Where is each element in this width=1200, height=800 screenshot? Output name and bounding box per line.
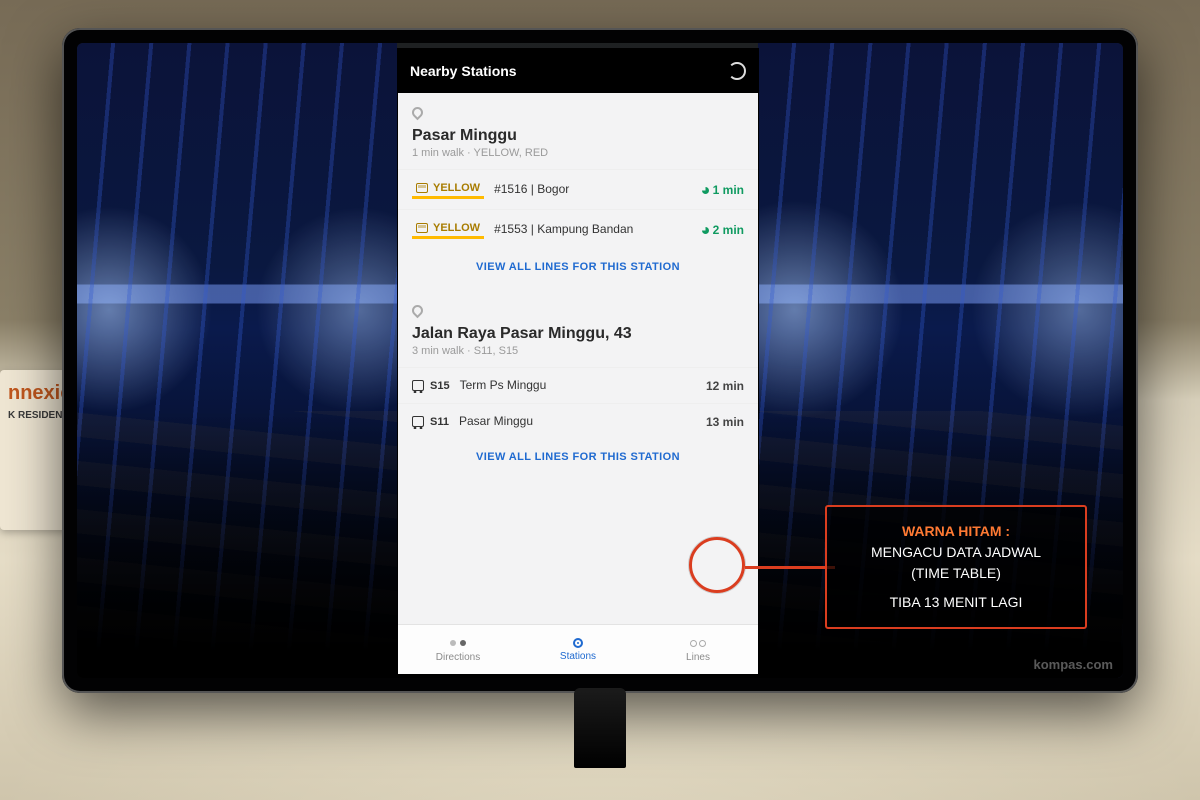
station-name: Pasar Minggu: [412, 127, 744, 145]
line-code: S11: [430, 416, 449, 428]
stations-icon: [573, 638, 583, 648]
annotation-connector: [745, 566, 835, 569]
annotation-box: WARNA HITAM : MENGACU DATA JADWAL (TIME …: [825, 505, 1087, 629]
nav-label: Lines: [686, 652, 710, 663]
tv-frame: Nearby Stations Pasar Minggu 1 min walk …: [62, 28, 1138, 693]
station-sub: 3 min walk · S11, S15: [412, 345, 744, 357]
line-code: YELLOW: [433, 182, 480, 194]
departure-eta-sched: 13 min: [706, 415, 744, 429]
departure-dest: #1516 | Bogor: [494, 182, 692, 197]
line-badge-yellow: YELLOW: [412, 220, 484, 239]
pin-icon: [410, 105, 426, 121]
nav-stations[interactable]: Stations: [518, 625, 638, 674]
nav-directions[interactable]: Directions: [398, 625, 518, 674]
station-name: Jalan Raya Pasar Minggu, 43: [412, 325, 744, 343]
nav-lines[interactable]: Lines: [638, 625, 758, 674]
station-sub: 1 min walk · YELLOW, RED: [412, 147, 744, 159]
train-icon: [416, 183, 428, 193]
departure-eta-sched: 12 min: [706, 379, 744, 393]
station-header[interactable]: Jalan Raya Pasar Minggu, 43 3 min walk ·…: [398, 291, 758, 367]
departure-row[interactable]: S15 Term Ps Minggu 12 min: [398, 367, 758, 403]
tv-screen: Nearby Stations Pasar Minggu 1 min walk …: [77, 43, 1123, 678]
watermark: kompas.com: [1034, 657, 1113, 672]
annotation-heading: WARNA HITAM :: [839, 521, 1073, 542]
nav-label: Stations: [560, 651, 596, 662]
departure-row[interactable]: YELLOW #1553 | Kampung Bandan 2 min: [398, 209, 758, 249]
line-badge-yellow: YELLOW: [412, 180, 484, 199]
lines-icon: [690, 637, 706, 649]
departure-dest: Term Ps Minggu: [460, 378, 696, 393]
departure-eta-live: 2 min: [702, 223, 744, 237]
bus-badge: S15: [412, 380, 450, 392]
annotation-line: (TIME TABLE): [839, 563, 1073, 584]
app-title: Nearby Stations: [410, 63, 517, 79]
annotation-line: MENGACU DATA JADWAL: [839, 542, 1073, 563]
bus-icon: [412, 416, 424, 427]
view-all-link[interactable]: VIEW ALL LINES FOR THIS STATION: [398, 439, 758, 481]
line-code: S15: [430, 380, 450, 392]
annotation-line: TIBA 13 MENIT LAGI: [839, 592, 1073, 613]
room-background: nnexio K RESIDEN Nearby Stations Pasar M…: [0, 0, 1200, 800]
app-titlebar: Nearby Stations: [398, 49, 758, 93]
spacer: [839, 584, 1073, 592]
departure-dest: #1553 | Kampung Bandan: [494, 222, 692, 237]
bus-badge: S11: [412, 416, 449, 428]
pin-icon: [410, 303, 426, 319]
annotation-ring: [689, 537, 745, 593]
departure-row[interactable]: S11 Pasar Minggu 13 min: [398, 403, 758, 439]
nav-label: Directions: [436, 652, 480, 663]
train-icon: [416, 223, 428, 233]
bus-icon: [412, 380, 424, 391]
tv-stand: [574, 688, 626, 768]
departure-row[interactable]: YELLOW #1516 | Bogor 1 min: [398, 169, 758, 209]
directions-icon: [450, 637, 466, 649]
line-code: YELLOW: [433, 222, 480, 234]
station-header[interactable]: Pasar Minggu 1 min walk · YELLOW, RED: [398, 93, 758, 169]
departure-eta-live: 1 min: [702, 183, 744, 197]
departure-dest: Pasar Minggu: [459, 414, 696, 429]
refresh-icon[interactable]: [728, 62, 746, 80]
bottom-nav: Directions Stations Lines: [398, 624, 758, 674]
view-all-link[interactable]: VIEW ALL LINES FOR THIS STATION: [398, 249, 758, 291]
